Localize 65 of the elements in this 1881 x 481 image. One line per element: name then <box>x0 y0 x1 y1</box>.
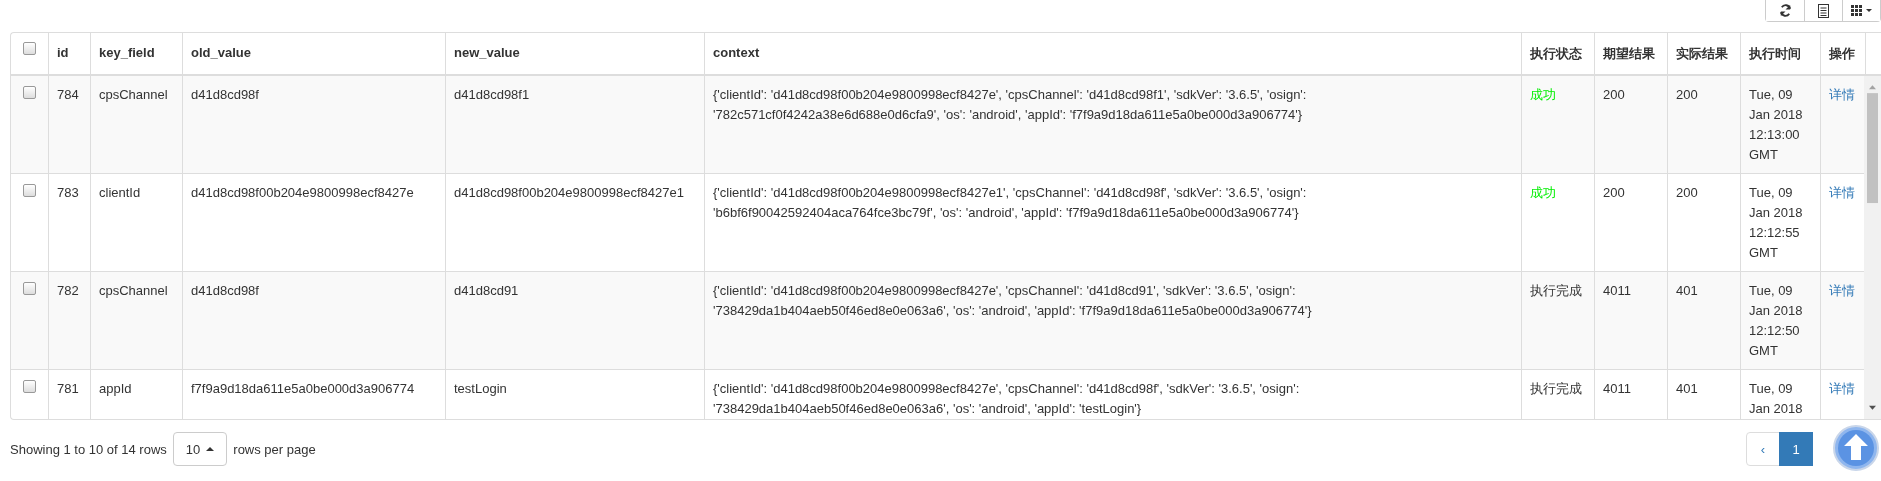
table-cell: 200 <box>1603 185 1625 200</box>
column-header: new_value <box>454 45 520 60</box>
table-cell: d41d8cd98f00b204e9800998ecf8427e1 <box>454 185 684 200</box>
pagination-summary: Showing 1 to 10 of 14 rows <box>10 441 167 457</box>
column-header: key_field <box>99 45 155 60</box>
table-cell: 200 <box>1676 87 1698 102</box>
table-cell: 782 <box>57 283 79 298</box>
list-icon <box>1818 3 1829 18</box>
table-cell: cpsChannel <box>99 87 168 102</box>
refresh-icon <box>1778 4 1792 17</box>
table-cell: Tue, 09 Jan 2018 12:13:00 GMT <box>1749 87 1803 162</box>
status-text: 执行完成 <box>1530 381 1582 396</box>
row-checkbox[interactable] <box>23 282 36 295</box>
table-cell: {'clientId': 'd41d8cd98f00b204e9800998ecf8427e1', 'cpsChannel': 'd41d8cd98f', 'sdkVer': '3.6.5', 'osign': 'b6bf6f90042592404aca764fce3bc79f', 'os': 'android', 'appId': 'f7f9a9d18da611e5a0be000d3a906774'} <box>713 185 1307 220</box>
table-cell: 401 <box>1676 283 1698 298</box>
status-text: 成功 <box>1530 87 1556 102</box>
row-checkbox[interactable] <box>23 380 36 393</box>
table-cell: {'clientId': 'd41d8cd98f00b204e9800998ecf8427e', 'cpsChannel': 'd41d8cd91', 'sdkVer': '3.6.5', 'osign': '738429da1b404aeb50f46ed8e0e063a6', 'os': 'android', 'appId': 'f7f9a9d18da611e5a0be000d3a906774'} <box>713 283 1312 318</box>
page-button[interactable]: ‹ <box>1746 432 1780 466</box>
status-text: 执行完成 <box>1530 283 1582 298</box>
grid-icon <box>1850 4 1873 17</box>
table-cell: Tue, 09 Jan 2018 <box>1749 381 1803 416</box>
status-text: 成功 <box>1530 185 1556 200</box>
details-link[interactable]: 详情 <box>1829 283 1855 298</box>
table-cell: d41d8cd91 <box>454 283 519 298</box>
table-cell: 784 <box>57 87 79 102</box>
details-link[interactable]: 详情 <box>1829 381 1855 396</box>
table-cell: testLogin <box>454 381 507 396</box>
column-header: context <box>713 45 760 60</box>
page-size-label: rows per page <box>233 441 316 457</box>
table-cell: 401 <box>1676 381 1698 396</box>
scroll-to-top-icon[interactable] <box>1833 425 1879 471</box>
column-header: old_value <box>191 45 251 60</box>
table-cell: 200 <box>1603 87 1625 102</box>
table-cell: 783 <box>57 185 79 200</box>
table-cell: {'clientId': 'd41d8cd98f00b204e9800998ecf8427e', 'cpsChannel': 'd41d8cd98f', 'sdkVer': '3.6.5', 'osign': '738429da1b404aeb50f46ed8e0e063a6', 'os': 'android', 'appId': 'testLogin'} <box>713 381 1300 416</box>
table-cell: cpsChannel <box>99 283 168 298</box>
row-checkbox[interactable] <box>23 184 36 197</box>
columns-button[interactable] <box>1842 0 1880 21</box>
table-cell: 4011 <box>1603 381 1631 396</box>
table-cell: f7f9a9d18da611e5a0be000d3a906774 <box>191 381 415 396</box>
page-button[interactable]: 1 <box>1779 432 1813 466</box>
table-cell: clientId <box>99 185 141 200</box>
column-header: id <box>57 45 69 60</box>
column-header: 实际结果 <box>1676 46 1728 61</box>
table-cell: Tue, 09 Jan 2018 12:12:50 GMT <box>1749 283 1803 358</box>
table-cell: d41d8cd98f <box>191 283 259 298</box>
details-link[interactable]: 详情 <box>1829 87 1855 102</box>
table-cell: 781 <box>57 381 79 396</box>
select-all-checkbox[interactable] <box>23 42 36 55</box>
row-checkbox[interactable] <box>23 86 36 99</box>
table-cell: {'clientId': 'd41d8cd98f00b204e9800998ecf8427e', 'cpsChannel': 'd41d8cd98f1', 'sdkVer': '3.6.5', 'osign': '782c571cf0f4242a38e6d688e0d6cfa9', 'os': 'android', 'appId': 'f7f9a9d18da611e5a0be000d3a906774'} <box>713 87 1307 122</box>
details-link[interactable]: 详情 <box>1829 185 1855 200</box>
column-header: 执行时间 <box>1749 46 1801 61</box>
column-header: 执行状态 <box>1530 46 1582 61</box>
page-size-dropdown[interactable]: 10 <box>172 432 228 466</box>
column-header: 操作 <box>1829 46 1855 61</box>
table-cell: 200 <box>1676 185 1698 200</box>
column-header: 期望结果 <box>1603 46 1655 61</box>
table-cell: d41d8cd98f00b204e9800998ecf8427e <box>191 185 414 200</box>
table-cell: d41d8cd98f1 <box>454 87 530 102</box>
table-cell: Tue, 09 Jan 2018 12:12:55 GMT <box>1749 185 1803 260</box>
table-cell: appId <box>99 381 132 396</box>
table-cell: 4011 <box>1603 283 1631 298</box>
table-cell: d41d8cd98f <box>191 87 259 102</box>
